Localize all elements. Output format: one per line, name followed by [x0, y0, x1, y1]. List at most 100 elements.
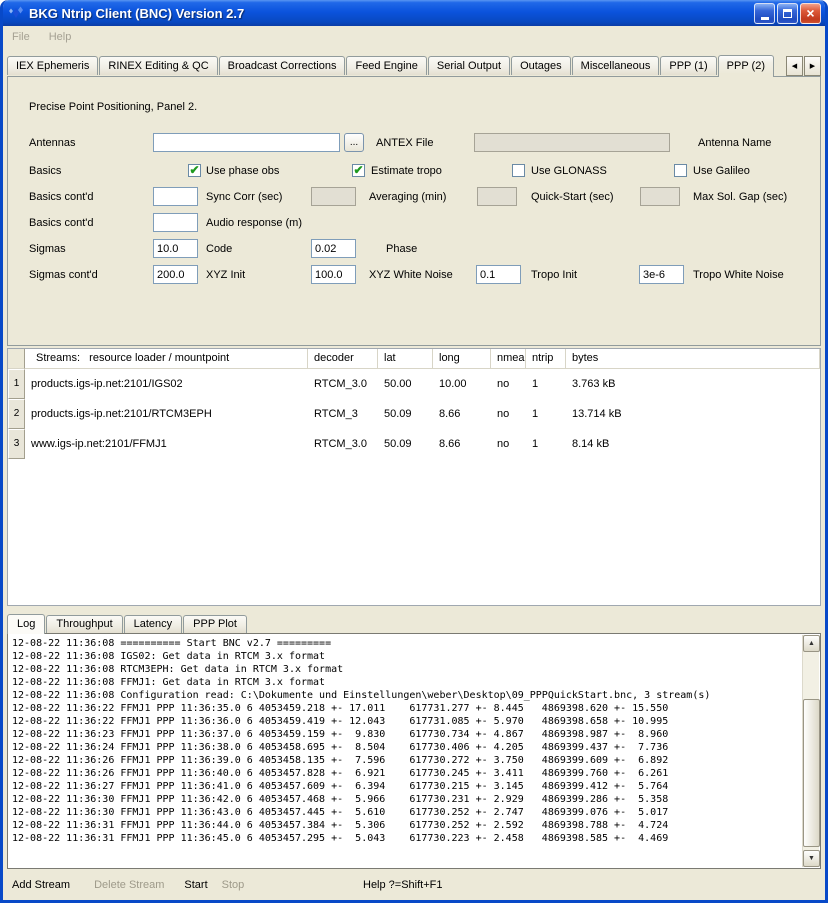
cell-bytes: 8.14 kB — [566, 429, 820, 459]
log-line: 12-08-22 11:36:08 FFMJ1: Get data in RTC… — [12, 676, 799, 689]
row-number[interactable]: 2 — [8, 399, 25, 429]
tab-scroll-right-button[interactable]: ▶ — [804, 56, 821, 76]
arrow-left-icon: ◀ — [792, 62, 797, 70]
log-line: 12-08-22 11:36:08 RTCM3EPH: Get data in … — [12, 663, 799, 676]
tropo-white-noise-input[interactable] — [639, 265, 684, 284]
form-row-basics: Basics ✔ Use phase obs ✔ Estimate tropo … — [8, 161, 820, 181]
add-stream-button[interactable]: Add Stream — [12, 879, 70, 891]
log-line: 12-08-22 11:36:26 FFMJ1 PPP 11:36:39.0 6… — [12, 754, 799, 767]
tab-throughput[interactable]: Throughput — [46, 615, 122, 633]
tab-broadcast-corrections[interactable]: Broadcast Corrections — [219, 56, 346, 75]
stop-button[interactable]: Stop — [222, 879, 245, 891]
cell-lat: 50.09 — [378, 399, 433, 429]
arrow-up-icon: ▲ — [808, 640, 815, 647]
audio-response-input[interactable] — [153, 213, 198, 232]
cell-mountpoint: www.igs-ip.net:2101/FFMJ1 — [25, 429, 308, 459]
tab-log[interactable]: Log — [7, 614, 45, 634]
cell-bytes: 13.714 kB — [566, 399, 820, 429]
menu-bar: File Help — [3, 26, 825, 48]
basics-label: Basics — [29, 161, 61, 181]
log-line: 12-08-22 11:36:08 IGS02: Get data in RTC… — [12, 650, 799, 663]
scroll-up-button[interactable]: ▲ — [803, 635, 820, 652]
cell-nmea: no — [491, 399, 526, 429]
antenna-name-label: Antenna Name — [698, 133, 771, 153]
antex-browse-button[interactable]: ... — [344, 133, 364, 152]
streams-header: Streams: resource loader / mountpointdec… — [8, 349, 820, 369]
menu-help[interactable]: Help — [49, 31, 72, 43]
row-number[interactable]: 3 — [8, 429, 25, 459]
sigma-phase-input[interactable] — [311, 239, 356, 258]
sync-corr-input[interactable] — [153, 187, 198, 206]
tropo-init-input[interactable] — [476, 265, 521, 284]
use-phase-obs-checkbox[interactable]: ✔ — [188, 164, 201, 177]
stream-row[interactable]: 2products.igs-ip.net:2101/RTCM3EPHRTCM_3… — [8, 399, 820, 429]
cell-ntrip: 1 — [526, 369, 566, 399]
form-row-antennas: Antennas ... ANTEX File Antenna Name — [8, 133, 820, 153]
sigmas2-label: Sigmas cont'd — [29, 265, 98, 285]
cell-mountpoint: products.igs-ip.net:2101/RTCM3EPH — [25, 399, 308, 429]
title-bar[interactable]: BKG Ntrip Client (BNC) Version 2.7 × — [3, 0, 825, 26]
bottom-button-bar: Add Stream Delete Stream Start Stop Help… — [3, 869, 825, 900]
delete-stream-button[interactable]: Delete Stream — [94, 879, 164, 891]
use-galileo-checkbox[interactable] — [674, 164, 687, 177]
close-button[interactable]: × — [800, 3, 821, 24]
bottom-tab-bar: LogThroughputLatencyPPP Plot — [7, 614, 825, 633]
column-header-nmea: nmea — [491, 349, 526, 369]
tab-ppp-1[interactable]: PPP (1) — [660, 56, 716, 75]
tab-scroll-left-button[interactable]: ◀ — [786, 56, 803, 76]
tab-iex-ephemeris[interactable]: IEX Ephemeris — [7, 56, 98, 75]
tab-serial-output[interactable]: Serial Output — [428, 56, 510, 75]
cell-ntrip: 1 — [526, 399, 566, 429]
log-line: 12-08-22 11:36:31 FFMJ1 PPP 11:36:45.0 6… — [12, 832, 799, 845]
log-line: 12-08-22 11:36:08 Configuration read: C:… — [12, 689, 799, 702]
log-line: 12-08-22 11:36:22 FFMJ1 PPP 11:36:36.0 6… — [12, 715, 799, 728]
use-glonass-checkbox[interactable] — [512, 164, 525, 177]
app-window: BKG Ntrip Client (BNC) Version 2.7 × Fil… — [0, 0, 828, 903]
tab-latency[interactable]: Latency — [124, 615, 183, 633]
cell-lat: 50.09 — [378, 429, 433, 459]
log-view[interactable]: 12-08-22 11:36:08 ========== Start BNC v… — [12, 637, 799, 865]
tab-miscellaneous[interactable]: Miscellaneous — [572, 56, 660, 75]
log-scrollbar[interactable]: ▲ ▼ — [802, 635, 819, 867]
scroll-down-button[interactable]: ▼ — [803, 850, 820, 867]
form-row-sigmas: Sigmas Code Phase — [8, 239, 820, 259]
tab-rinex-editing-qc[interactable]: RINEX Editing & QC — [99, 56, 217, 75]
use-phase-obs-label: Use phase obs — [206, 161, 279, 181]
cell-decoder: RTCM_3 — [308, 399, 378, 429]
max-sol-gap-label: Max Sol. Gap (sec) — [693, 187, 787, 207]
column-header-decoder: decoder — [308, 349, 378, 369]
log-line: 12-08-22 11:36:30 FFMJ1 PPP 11:36:43.0 6… — [12, 806, 799, 819]
menu-file[interactable]: File — [12, 31, 30, 43]
tab-feed-engine[interactable]: Feed Engine — [346, 56, 426, 75]
scrollbar-thumb[interactable] — [803, 699, 820, 847]
close-icon: × — [806, 6, 814, 20]
minimize-button[interactable] — [754, 3, 775, 24]
quick-start-input — [477, 187, 517, 206]
tab-ppp-2[interactable]: PPP (2) — [718, 55, 774, 77]
tab-ppp-plot[interactable]: PPP Plot — [183, 615, 247, 633]
antennas-input[interactable] — [153, 133, 340, 152]
form-row-sigmas2: Sigmas cont'd XYZ Init XYZ White Noise T… — [8, 265, 820, 285]
xyz-white-noise-input[interactable] — [311, 265, 356, 284]
tropo-init-label: Tropo Init — [531, 265, 577, 285]
stream-row[interactable]: 3www.igs-ip.net:2101/FFMJ1RTCM_3.050.098… — [8, 429, 820, 459]
xyz-init-input[interactable] — [153, 265, 198, 284]
cell-lat: 50.00 — [378, 369, 433, 399]
column-header-lat: lat — [378, 349, 433, 369]
estimate-tropo-checkbox[interactable]: ✔ — [352, 164, 365, 177]
maximize-icon — [783, 9, 792, 18]
sigma-phase-label: Phase — [386, 239, 417, 259]
start-button[interactable]: Start — [184, 879, 207, 891]
sigma-code-input[interactable] — [153, 239, 198, 258]
antennas-label: Antennas — [29, 133, 75, 153]
stream-row[interactable]: 1products.igs-ip.net:2101/IGS02RTCM_3.05… — [8, 369, 820, 399]
cell-nmea: no — [491, 429, 526, 459]
log-line: 12-08-22 11:36:08 ========== Start BNC v… — [12, 637, 799, 650]
tab-outages[interactable]: Outages — [511, 56, 571, 75]
cell-decoder: RTCM_3.0 — [308, 369, 378, 399]
maximize-button[interactable] — [777, 3, 798, 24]
quick-start-label: Quick-Start (sec) — [531, 187, 614, 207]
log-line: 12-08-22 11:36:27 FFMJ1 PPP 11:36:41.0 6… — [12, 780, 799, 793]
row-number[interactable]: 1 — [8, 369, 25, 399]
use-galileo-label: Use Galileo — [693, 161, 750, 181]
